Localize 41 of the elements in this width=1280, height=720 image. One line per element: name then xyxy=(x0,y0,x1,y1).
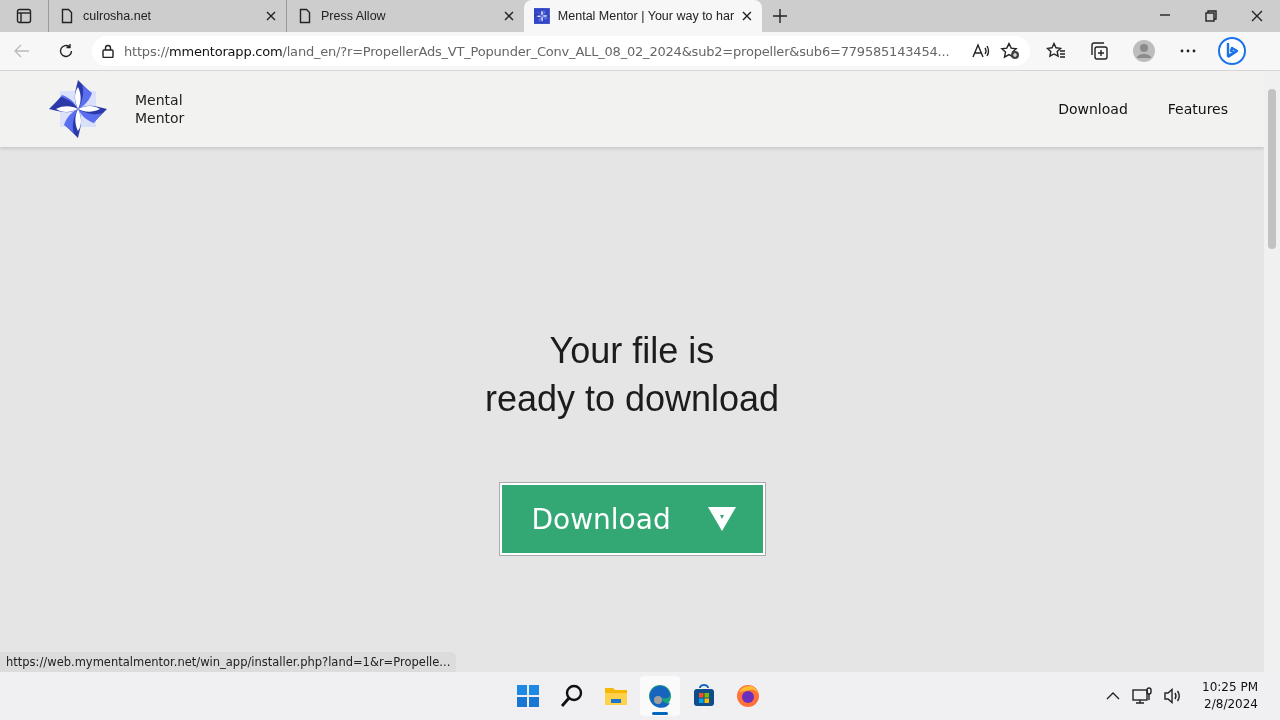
network-icon[interactable] xyxy=(1132,687,1152,705)
scrollbar[interactable] xyxy=(1264,71,1280,672)
page-icon xyxy=(59,8,75,24)
store-icon xyxy=(692,684,716,708)
headline-text: Your file is xyxy=(549,330,715,371)
triangle-down-icon xyxy=(706,506,737,532)
close-icon[interactable] xyxy=(504,11,514,21)
volume-icon[interactable] xyxy=(1164,688,1182,704)
restore-icon[interactable] xyxy=(1205,10,1217,22)
lock-icon xyxy=(102,44,114,58)
collections-icon[interactable] xyxy=(1090,42,1110,60)
favorite-add-icon[interactable] xyxy=(1000,42,1020,60)
headline-text: ready to download xyxy=(484,378,780,419)
firefox-icon xyxy=(736,684,760,708)
close-icon[interactable] xyxy=(1251,10,1263,22)
clock-time[interactable]: 10:25 PM xyxy=(1202,679,1258,696)
edge-icon xyxy=(648,684,672,708)
nav-link[interactable]: Features xyxy=(1167,101,1228,117)
refresh-icon[interactable] xyxy=(58,43,74,59)
close-icon[interactable] xyxy=(266,11,276,21)
favorites-icon[interactable] xyxy=(1046,42,1066,60)
read-aloud-icon[interactable] xyxy=(972,43,990,59)
close-icon[interactable] xyxy=(742,11,752,21)
more-icon[interactable] xyxy=(1180,49,1196,53)
tab-actions-icon[interactable] xyxy=(16,8,32,24)
bing-icon[interactable] xyxy=(1217,36,1247,66)
profile-icon[interactable] xyxy=(1132,39,1156,63)
pinwheel-icon xyxy=(534,8,550,24)
chevron-up-icon[interactable] xyxy=(1106,692,1120,700)
page-icon xyxy=(297,8,313,24)
nav-link[interactable]: Download xyxy=(1058,101,1128,117)
address-bar[interactable]: https://mmentorapp.com/land_en/?r=PropellerAds_VT_Popunder_Conv_ALL_08_02_2024&sub2=propeller&sub6=779585143454... xyxy=(92,36,1030,66)
url-text: https://mmentorapp.com/land_en/?r=PropellerAds_VT_Popunder_Conv_ALL_08_02_2024&sub2=propeller&sub6=779585143454... xyxy=(124,43,951,59)
brand-name: Mental xyxy=(135,91,184,109)
brand-name: Mentor xyxy=(135,109,185,127)
new-tab-icon[interactable] xyxy=(773,9,787,23)
pinwheel-logo xyxy=(48,79,108,139)
start-icon xyxy=(516,684,540,708)
clock-date[interactable]: 2/8/2024 xyxy=(1204,696,1258,713)
browser-tab[interactable]: Mental Mentor | Your way to har xyxy=(524,0,762,32)
search-icon xyxy=(560,684,584,708)
